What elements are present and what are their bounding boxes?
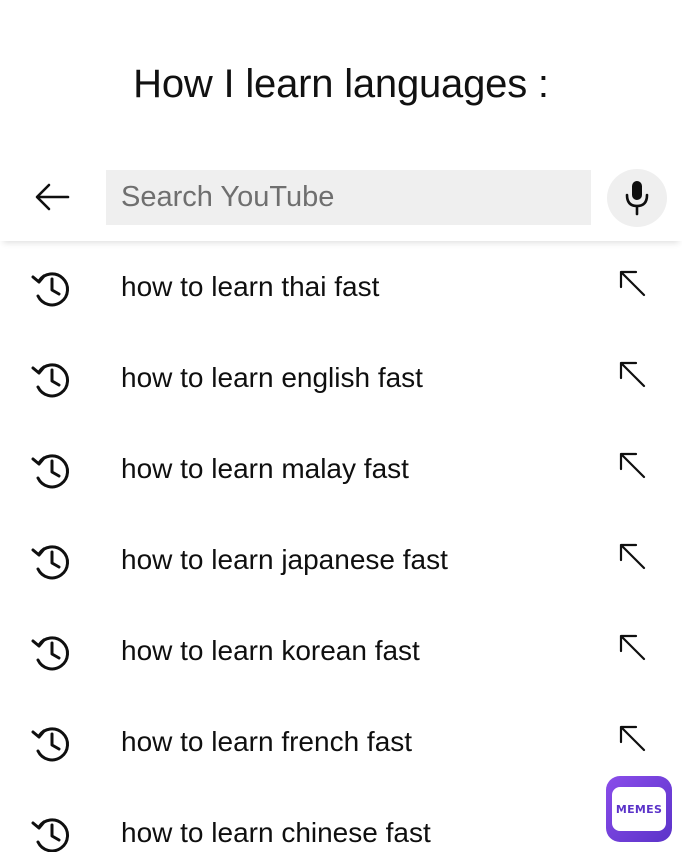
meme-caption: How I learn languages : [133, 62, 549, 106]
suggestion-text: how to learn japanese fast [121, 544, 448, 575]
search-suggestions-list: how to learn thai fast how to learn engl… [0, 241, 682, 852]
arrow-up-left-icon[interactable] [616, 722, 648, 754]
back-button[interactable] [22, 173, 82, 221]
suggestion-text: how to learn english fast [121, 362, 423, 393]
arrow-up-left-icon[interactable] [616, 267, 648, 299]
suggestion-row[interactable]: how to learn japanese fast [0, 514, 682, 605]
history-clock-icon [31, 454, 70, 489]
search-input[interactable] [106, 170, 591, 225]
history-clock-icon [31, 727, 70, 762]
suggestion-row[interactable]: how to learn english fast [0, 332, 682, 423]
suggestion-row[interactable]: how to learn french fast [0, 696, 682, 787]
suggestion-text: how to learn korean fast [121, 635, 420, 666]
arrow-left-icon [35, 183, 70, 211]
suggestion-row[interactable]: how to learn thai fast [0, 241, 682, 332]
suggestion-text: how to learn french fast [121, 726, 413, 757]
arrow-up-left-icon[interactable] [616, 540, 648, 572]
history-clock-icon [31, 818, 70, 852]
suggestion-text: how to learn malay fast [121, 453, 409, 484]
history-clock-icon [31, 272, 70, 307]
suggestion-text: how to learn chinese fast [121, 817, 431, 848]
voice-search-button[interactable] [607, 169, 667, 227]
arrow-up-left-icon[interactable] [616, 358, 648, 390]
suggestion-row[interactable]: how to learn chinese fast [0, 787, 682, 852]
memes-watermark-logo: MEMES [606, 776, 672, 842]
memes-watermark-label: MEMES [612, 787, 666, 831]
suggestion-row[interactable]: how to learn malay fast [0, 423, 682, 514]
history-clock-icon [31, 545, 70, 580]
suggestion-row[interactable]: how to learn korean fast [0, 605, 682, 696]
history-clock-icon [31, 363, 70, 398]
history-clock-icon [31, 636, 70, 671]
microphone-icon [625, 181, 649, 216]
arrow-up-left-icon[interactable] [616, 449, 648, 481]
arrow-up-left-icon[interactable] [616, 631, 648, 663]
suggestion-text: how to learn thai fast [121, 271, 380, 302]
search-bar [0, 155, 682, 241]
